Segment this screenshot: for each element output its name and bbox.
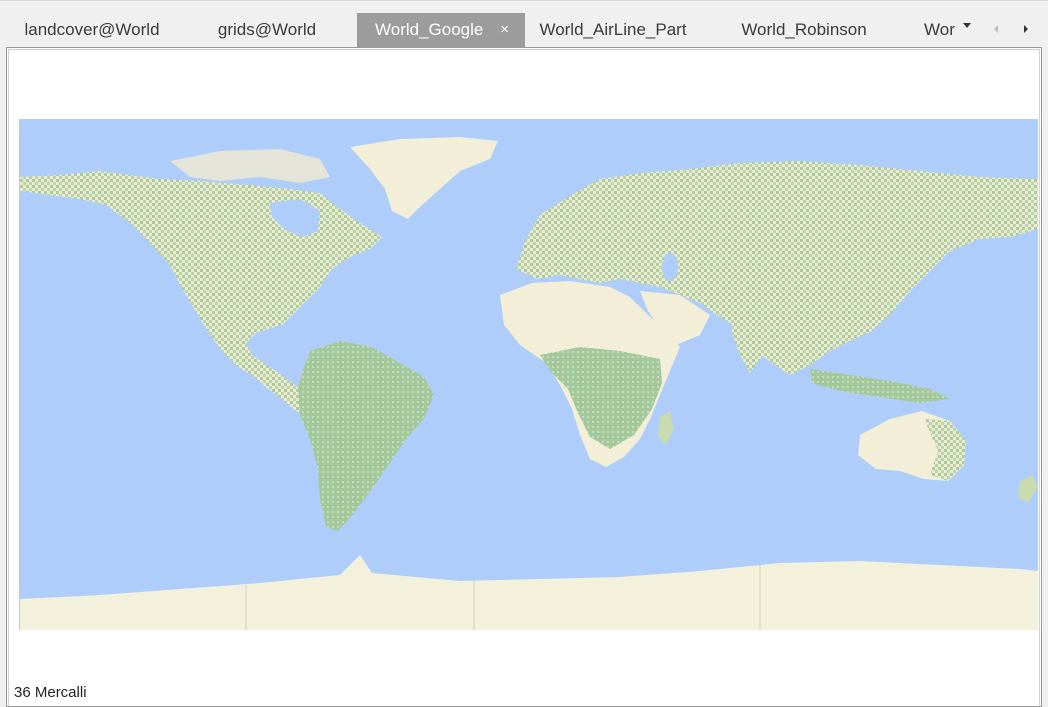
chevron-down-icon[interactable] — [963, 23, 971, 28]
map-tab-strip: landcover@World grids@World World_Google… — [0, 0, 1048, 47]
world-map-svg — [20, 119, 1038, 630]
tab-label: World_AirLine_Part — [539, 20, 687, 39]
tab-world-airline-part[interactable]: World_AirLine_Part — [528, 13, 698, 47]
caspian-sea — [662, 253, 678, 281]
caret-right-icon[interactable] — [1024, 25, 1028, 33]
map-scale-readout: 36 Mercalli — [14, 684, 87, 701]
caret-left-icon[interactable] — [994, 25, 998, 33]
tab-landcover-world[interactable]: landcover@World — [0, 13, 184, 47]
tab-label: World_Google — [375, 20, 484, 39]
tab-world-robinson[interactable]: World_Robinson — [720, 13, 888, 47]
tab-grids-world[interactable]: grids@World — [196, 13, 338, 47]
tab-world-truncated[interactable]: Wor — [924, 13, 956, 47]
tab-label: landcover@World — [24, 20, 160, 39]
tab-label: grids@World — [217, 20, 317, 39]
tab-label: Wor — [924, 20, 955, 39]
tab-world-google[interactable]: World_Google × — [357, 13, 525, 47]
close-icon[interactable]: × — [500, 13, 509, 47]
tab-label: World_Robinson — [741, 20, 867, 39]
world-map-canvas[interactable] — [19, 119, 1038, 630]
